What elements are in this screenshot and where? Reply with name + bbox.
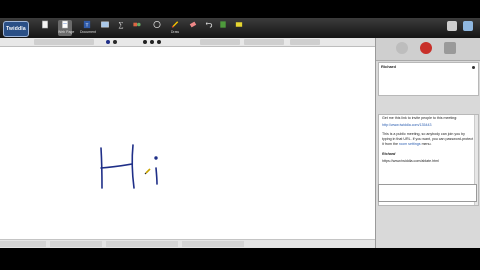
shapes-icon [133,22,141,27]
audio-icon [153,20,161,29]
math-icon: ∑ [118,21,123,29]
text-options[interactable] [200,39,240,45]
room-settings-link[interactable]: room settings [399,142,421,146]
drawing-options[interactable] [34,39,94,45]
tab-4[interactable] [182,241,244,247]
tool-math[interactable]: ∑ [114,20,128,36]
twiddla-logo[interactable]: Twiddla [3,21,29,37]
tool-undo[interactable] [202,20,216,36]
chat-public-end: menu. [421,142,432,146]
chat-input[interactable] [378,184,477,202]
tool-web-page[interactable]: Web Page [58,20,74,36]
panel-toolbar [376,38,480,61]
pen-cursor-icon [144,168,151,175]
logo-text: Twiddla [6,26,26,32]
settings-icon [235,22,243,27]
audio-call-icon[interactable] [444,42,456,54]
bottom-tab-bar [0,239,375,248]
tool-settings[interactable] [232,20,246,36]
shape-options[interactable] [244,39,284,45]
svg-text:T: T [86,22,89,27]
tab-3[interactable] [106,241,178,247]
tool-image[interactable] [98,20,112,36]
handwriting-drawing [100,144,158,189]
size-small-swatch[interactable] [143,40,147,44]
tool-shapes[interactable] [130,20,144,36]
tool-eraser[interactable] [186,20,200,36]
size-large-swatch[interactable] [157,40,161,44]
tool-audio[interactable] [150,20,164,36]
svg-text:∑: ∑ [118,21,123,29]
whiteboard-canvas[interactable] [0,47,375,240]
tab-1[interactable] [0,241,46,247]
document-icon: T [83,20,91,29]
pen-icon [171,21,179,28]
save-icon [220,21,226,28]
participant-list: Richard [378,62,479,96]
image-icon [101,21,109,28]
page-icon [42,20,48,29]
app-window: Twiddla Web Page T Document ∑ Draw Richa… [0,18,480,248]
meeting-link[interactable]: http://www.twiddla.com/135443 [379,122,478,129]
tab-2[interactable] [50,241,102,247]
help-icon[interactable] [447,21,457,31]
side-panel: Richard Get me this link to invite peopl… [375,38,480,248]
eraser-icon [189,21,197,28]
tool-page[interactable] [38,20,52,36]
participant-status-icon [472,66,475,69]
tool-save[interactable] [216,20,230,36]
color-blue-swatch[interactable] [106,40,110,44]
chat-public-note: This is a public meeting, so anybody can… [379,131,478,148]
end-meeting-icon[interactable] [420,42,432,54]
invite-icon[interactable] [396,42,408,54]
chat-sender-name: Richard [382,152,396,156]
chat-message: https://www.twiddla.com/ablate.html [382,159,439,163]
participant-name: Richard [381,64,396,69]
main-toolbar: Twiddla Web Page T Document ∑ Draw [0,18,480,38]
web-page-icon [62,20,68,29]
undo-icon [205,21,213,28]
color-black-swatch[interactable] [113,40,117,44]
tool-document[interactable]: T Document [80,20,96,36]
fullscreen-icon[interactable] [463,21,473,31]
tool-draw[interactable]: Draw [168,20,182,36]
size-medium-swatch[interactable] [150,40,154,44]
sub-toolbar [0,38,375,47]
chat-intro: Get me this link to invite people to thi… [382,116,458,120]
handwritten-hi [100,144,158,189]
extra-options[interactable] [290,39,320,45]
